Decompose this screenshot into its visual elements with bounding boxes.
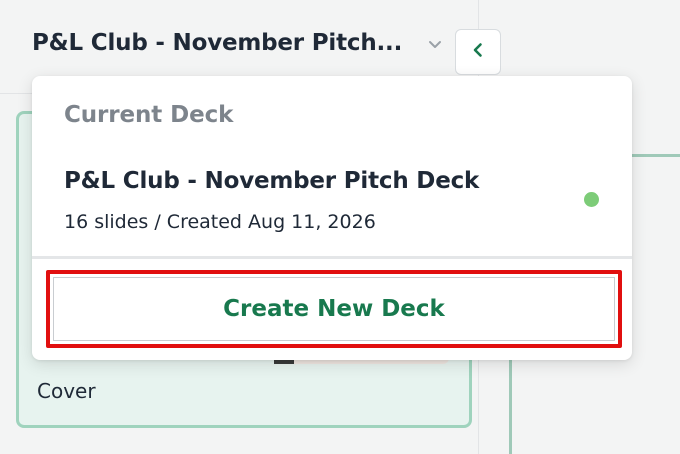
chevron-down-icon[interactable] [427, 36, 443, 52]
dropdown-divider [32, 256, 632, 259]
collapse-sidebar-button[interactable] [455, 29, 501, 75]
deck-selector-title[interactable]: P&L Club - November Pitch... [32, 30, 402, 56]
slide-label: Cover [37, 379, 96, 403]
deck-item-meta: 16 slides / Created Aug 11, 2026 [64, 211, 376, 233]
deck-item-title: P&L Club - November Pitch Deck [64, 168, 480, 194]
create-new-deck-button[interactable]: Create New Deck [53, 277, 615, 341]
deck-dropdown-menu: Current Deck P&L Club - November Pitch D… [32, 76, 632, 360]
active-status-indicator [584, 192, 599, 207]
current-deck-section-label: Current Deck [64, 102, 234, 128]
chevron-left-icon [470, 42, 486, 62]
create-new-deck-highlight: Create New Deck [46, 270, 622, 348]
